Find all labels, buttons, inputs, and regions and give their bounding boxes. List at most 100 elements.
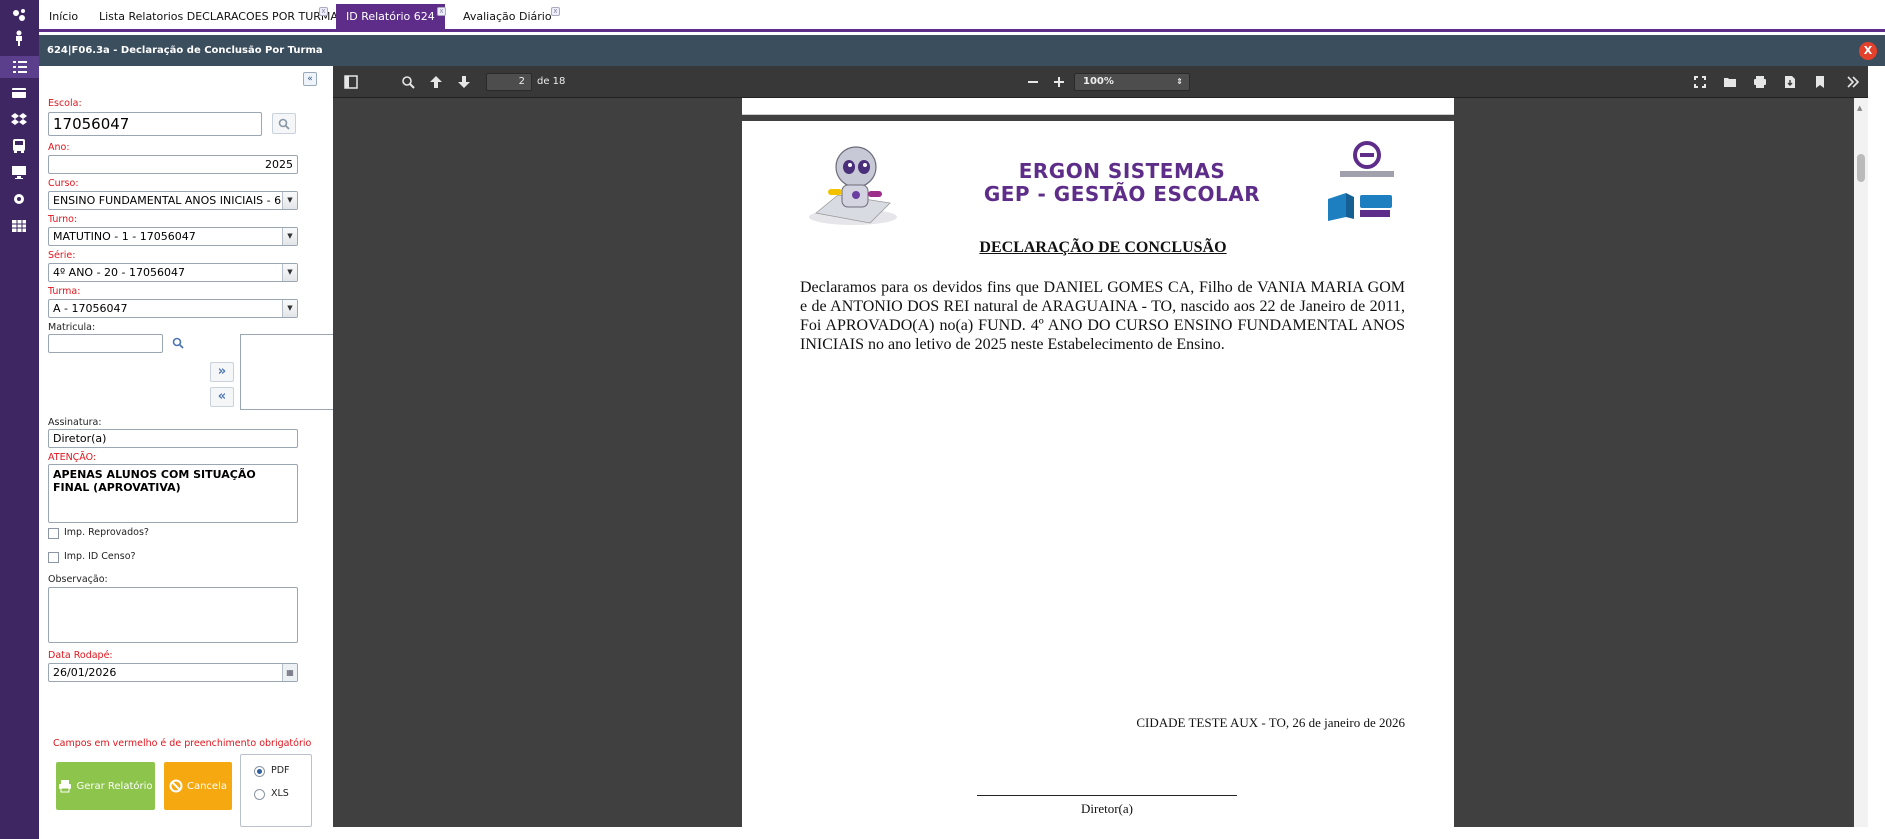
chevron-down-icon[interactable]: ▼ xyxy=(282,228,297,245)
escola-label: Escola: xyxy=(48,98,82,109)
imp-id-censo-checkbox[interactable] xyxy=(48,552,59,563)
zoom-out-icon[interactable] xyxy=(1025,74,1041,90)
brand-line-2: GEP - GESTÃO ESCOLAR xyxy=(983,182,1261,206)
observacao-textarea[interactable] xyxy=(48,587,298,643)
signature-line xyxy=(977,795,1237,796)
left-nav-rail xyxy=(0,0,39,839)
close-icon[interactable]: x xyxy=(437,7,446,16)
settings-cog-icon[interactable] xyxy=(10,6,28,24)
imp-id-censo-label: Imp. ID Censo? xyxy=(64,551,136,562)
curso-value: ENSINO FUNDAMENTAL ANOS INICIAIS - 6 xyxy=(53,194,282,207)
escola-search-button[interactable] xyxy=(272,113,296,134)
matricula-input[interactable] xyxy=(48,334,163,353)
window-title-bar: 624|F06.3a - Declaração de Conclusão Por… xyxy=(39,35,1885,66)
assinatura-label: Assinatura: xyxy=(48,417,102,428)
scrollbar-thumb[interactable] xyxy=(1857,154,1865,182)
document-date-line: CIDADE TESTE AUX - TO, 26 de janeiro de … xyxy=(1136,715,1405,730)
pdf-radio[interactable] xyxy=(254,766,265,777)
observacao-label: Observação: xyxy=(48,574,108,585)
print-icon[interactable] xyxy=(1752,74,1768,90)
tab-lista-relatorios[interactable]: Lista Relatorios DECLARACOES POR TURMA xyxy=(89,4,348,29)
matricula-list[interactable] xyxy=(240,334,338,410)
format-radio-group: PDF XLS xyxy=(240,754,312,827)
turma-value: A - 17056047 xyxy=(53,302,128,315)
assinatura-input[interactable]: Diretor(a) xyxy=(48,429,298,448)
required-note: Campos em vermelho é de preenchimento ob… xyxy=(53,738,312,749)
tab-label: Início xyxy=(49,10,79,23)
more-tools-icon[interactable] xyxy=(1845,74,1861,90)
chevron-updown-icon: ⇕ xyxy=(1176,77,1183,86)
document-body: Declaramos para os devidos fins que DANI… xyxy=(800,279,1405,353)
data-rodape-input[interactable]: 26/01/2026 ▦ xyxy=(48,663,298,682)
brand-line-1: ERGON SISTEMAS xyxy=(1018,159,1226,183)
ano-input[interactable]: 2025 xyxy=(48,155,298,174)
viewer-scrollbar[interactable]: ▲ xyxy=(1854,98,1868,827)
close-icon[interactable]: x xyxy=(319,7,328,16)
dropbox-icon[interactable] xyxy=(10,111,28,129)
cancela-label: Cancela xyxy=(186,780,227,792)
turno-select[interactable]: MATUTINO - 1 - 17056047 ▼ xyxy=(48,227,298,246)
fullscreen-icon[interactable] xyxy=(1692,74,1708,90)
move-right-button[interactable]: » xyxy=(210,362,234,382)
turma-select[interactable]: A - 17056047 ▼ xyxy=(48,299,298,318)
chevron-down-icon[interactable]: ▼ xyxy=(282,300,297,317)
tab-avaliacao-diario[interactable]: Avaliação Diário xyxy=(453,4,562,29)
ban-icon xyxy=(169,779,183,793)
tab-id-relatorio[interactable]: ID Relatório 624 xyxy=(336,4,445,29)
list-icon[interactable] xyxy=(0,56,39,78)
sidebar-toggle-icon[interactable] xyxy=(343,74,359,90)
document-title: DECLARAÇÃO DE CONCLUSÃO xyxy=(979,239,1227,256)
card-icon[interactable] xyxy=(10,84,28,102)
turno-value: MATUTINO - 1 - 17056047 xyxy=(53,230,196,243)
data-rodape-value: 26/01/2026 xyxy=(53,666,117,679)
gerar-relatorio-label: Gerar Relatório xyxy=(76,780,153,792)
move-left-button[interactable]: « xyxy=(210,387,234,407)
curso-select[interactable]: ENSINO FUNDAMENTAL ANOS INICIAIS - 6 ▼ xyxy=(48,191,298,210)
window-title: 624|F06.3a - Declaração de Conclusão Por… xyxy=(47,45,323,56)
arrow-up-icon[interactable] xyxy=(428,74,444,90)
monitor-icon[interactable] xyxy=(10,163,28,181)
chevron-down-icon[interactable]: ▼ xyxy=(282,264,297,281)
data-rodape-label: Data Rodapé: xyxy=(48,650,113,661)
report-form: « Escola: 17056047 Ano: 2025 Curso: ENSI… xyxy=(39,66,338,839)
printer-icon xyxy=(59,780,72,793)
document-page: ERGON SISTEMAS GEP - GESTÃO ESCOLAR DECL… xyxy=(742,121,1454,827)
gerar-relatorio-button[interactable]: Gerar Relatório xyxy=(56,762,155,810)
calendar-icon[interactable]: ▦ xyxy=(282,664,297,681)
cancela-button[interactable]: Cancela xyxy=(164,762,232,810)
matricula-label: Matricula: xyxy=(48,322,96,333)
escola-input[interactable]: 17056047 xyxy=(48,112,262,136)
xls-radio[interactable] xyxy=(254,789,265,800)
tab-label: Avaliação Diário xyxy=(463,10,552,23)
imp-reprovados-label: Imp. Reprovados? xyxy=(64,527,149,538)
arrow-down-icon[interactable] xyxy=(456,74,472,90)
close-icon[interactable]: x xyxy=(551,7,560,16)
bus-icon[interactable] xyxy=(10,137,28,155)
collapse-panel-button[interactable]: « xyxy=(303,72,317,86)
close-window-button[interactable]: X xyxy=(1859,42,1877,60)
matricula-search-button[interactable] xyxy=(166,332,190,353)
bookmark-icon[interactable] xyxy=(1812,74,1828,90)
page-total: de 18 xyxy=(537,76,566,87)
open-file-icon[interactable] xyxy=(1722,74,1738,90)
download-icon[interactable] xyxy=(1782,74,1798,90)
scroll-up-icon[interactable]: ▲ xyxy=(1857,104,1862,112)
search-icon xyxy=(172,337,184,349)
zoom-in-icon[interactable] xyxy=(1051,74,1067,90)
chevron-down-icon[interactable]: ▼ xyxy=(282,192,297,209)
user-icon[interactable] xyxy=(10,29,28,47)
tab-inicio[interactable]: Início xyxy=(39,4,88,29)
imp-reprovados-checkbox[interactable] xyxy=(48,528,59,539)
atencao-textarea[interactable]: APENAS ALUNOS COM SITUAÇÃO FINAL (APROVA… xyxy=(48,464,298,523)
signature-name: Diretor(a) xyxy=(1081,801,1133,816)
serie-select[interactable]: 4º ANO - 20 - 17056047 ▼ xyxy=(48,263,298,282)
xls-label: XLS xyxy=(271,788,289,799)
zoom-select[interactable]: 100% ⇕ xyxy=(1074,73,1190,91)
search-icon[interactable] xyxy=(400,74,416,90)
turno-label: Turno: xyxy=(48,214,78,225)
page-number-input[interactable]: 2 xyxy=(486,73,532,91)
tab-label: Lista Relatorios DECLARACOES POR TURMA xyxy=(99,10,338,23)
gear-icon[interactable] xyxy=(10,190,28,208)
table-icon[interactable] xyxy=(10,217,28,235)
robot-mascot-icon xyxy=(809,146,897,225)
